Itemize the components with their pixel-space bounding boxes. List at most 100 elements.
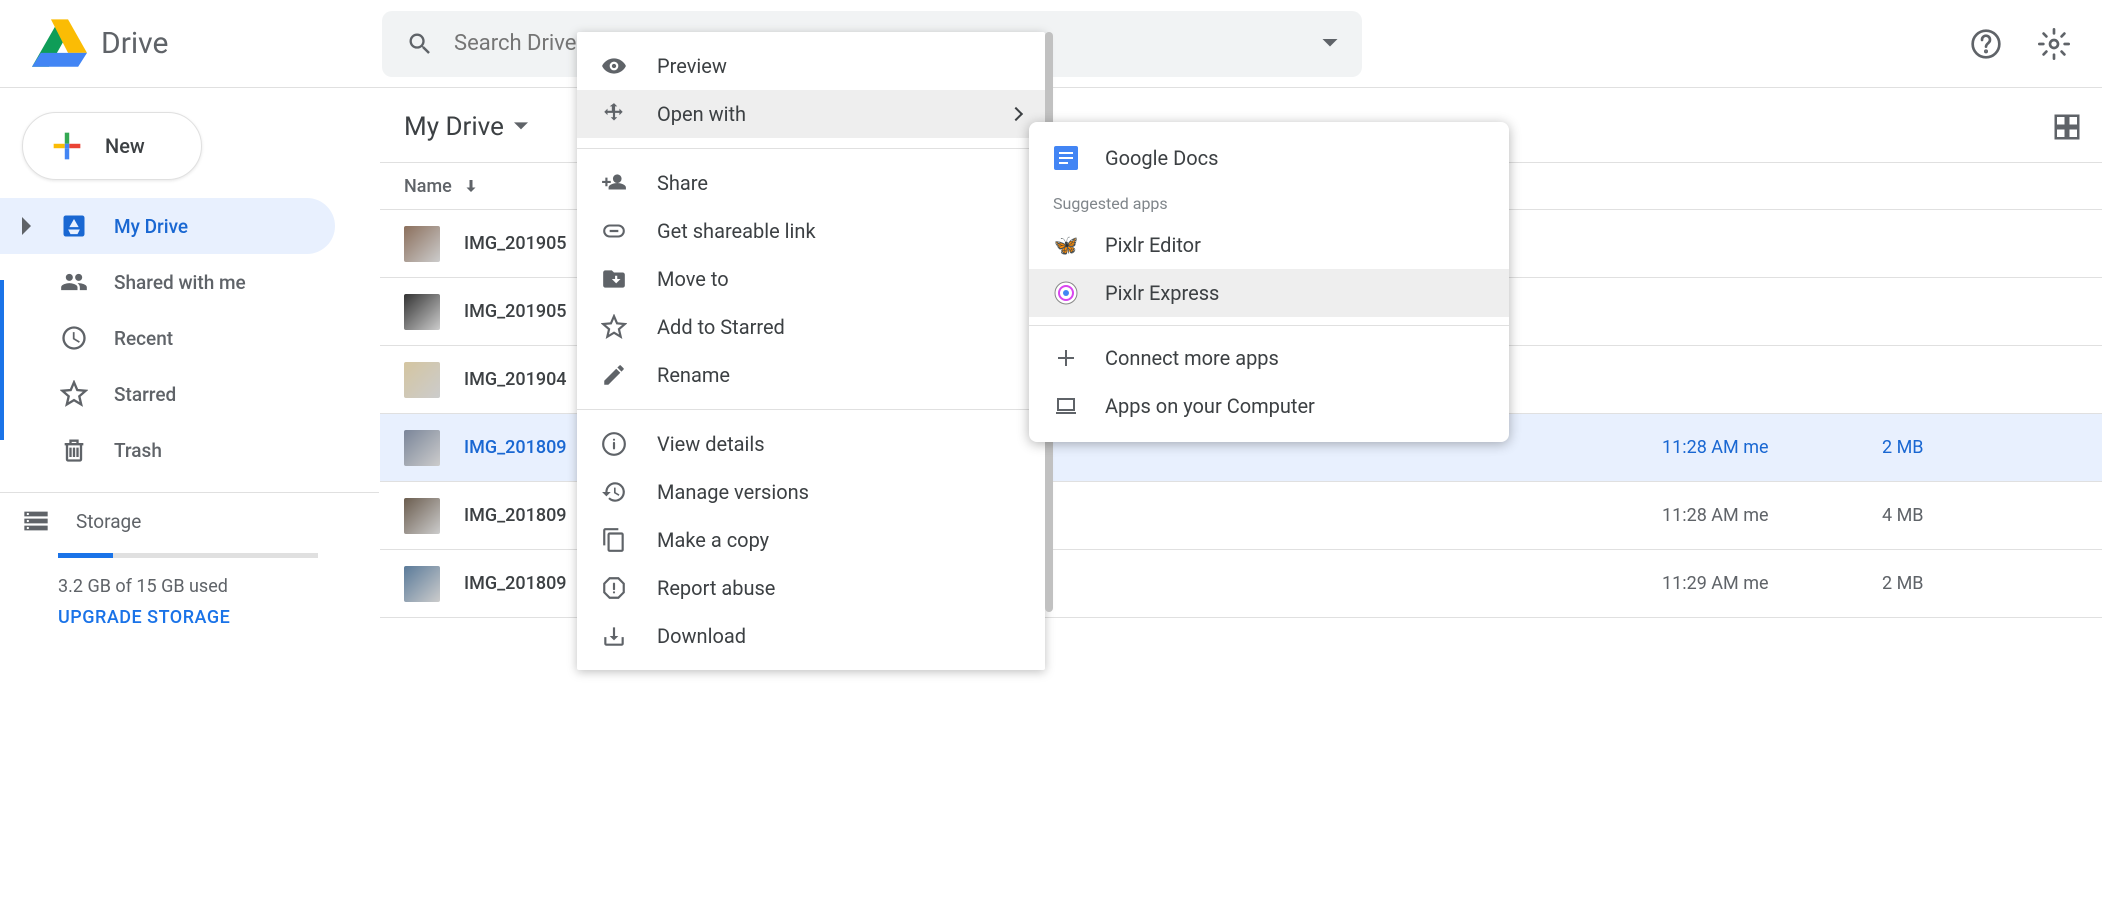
search-options-dropdown-icon[interactable] <box>1322 39 1338 49</box>
file-thumbnail <box>404 430 440 466</box>
expand-chevron-icon[interactable] <box>22 217 34 235</box>
submenu-item-connect-apps[interactable]: Connect more apps <box>1029 334 1509 382</box>
menu-item-share[interactable]: Share <box>577 159 1045 207</box>
nav-label: My Drive <box>114 215 188 238</box>
drive-icon <box>60 212 88 240</box>
menu-item-label: Move to <box>657 267 729 291</box>
submenu-item-google-docs[interactable]: Google Docs <box>1029 134 1509 182</box>
menu-item-get-shareable-link[interactable]: Get shareable link <box>577 207 1045 255</box>
storage-section: Storage 3.2 GB of 15 GB used UPGRADE STO… <box>0 507 379 628</box>
sidebar-item-trash[interactable]: Trash <box>0 422 335 478</box>
sidebar-item-shared[interactable]: Shared with me <box>0 254 335 310</box>
person-add-icon <box>601 170 627 196</box>
submenu-item-pixlr-editor[interactable]: 🦋 Pixlr Editor <box>1029 221 1509 269</box>
drive-logo-icon <box>32 19 87 69</box>
plus-icon <box>1053 345 1079 371</box>
search-icon <box>406 30 434 58</box>
nav-label: Shared with me <box>114 271 246 294</box>
sort-arrow-down-icon <box>462 177 480 195</box>
menu-item-label: Rename <box>657 363 730 387</box>
menu-item-label: Make a copy <box>657 528 769 552</box>
file-thumbnail <box>404 362 440 398</box>
menu-item-view-details[interactable]: View details <box>577 420 1045 468</box>
file-size: 2 MB <box>1882 573 2102 594</box>
move-arrows-icon <box>601 101 627 127</box>
file-size: 2 MB <box>1882 437 2102 458</box>
file-modified: 11:28 AM me <box>1662 437 1882 458</box>
breadcrumb-current[interactable]: My Drive <box>392 106 540 148</box>
file-thumbnail <box>404 294 440 330</box>
clock-icon <box>60 324 88 352</box>
file-thumbnail <box>404 226 440 262</box>
file-modified: 11:28 AM me <box>1662 505 1882 526</box>
submenu-item-pixlr-express[interactable]: Pixlr Express <box>1029 269 1509 317</box>
menu-divider <box>577 409 1045 410</box>
menu-item-label: Open with <box>657 102 746 126</box>
menu-item-preview[interactable]: Preview <box>577 42 1045 90</box>
storage-used-text: 3.2 GB of 15 GB used <box>58 576 351 597</box>
download-icon <box>601 623 627 649</box>
context-menu: Preview Open with Share Get shareable link M… <box>577 32 1045 670</box>
upgrade-storage-link[interactable]: UPGRADE STORAGE <box>58 607 351 628</box>
sidebar-scroll-indicator <box>0 280 4 440</box>
sidebar-item-starred[interactable]: Starred <box>0 366 335 422</box>
link-icon <box>601 218 627 244</box>
app-title: Drive <box>101 26 168 61</box>
report-icon <box>601 575 627 601</box>
menu-item-label: Add to Starred <box>657 315 785 339</box>
menu-item-label: Preview <box>657 54 727 78</box>
logo-area[interactable]: Drive <box>32 19 382 69</box>
menu-item-label: Download <box>657 624 746 648</box>
menu-item-rename[interactable]: Rename <box>577 351 1045 399</box>
new-button[interactable]: New <box>22 112 202 180</box>
trash-icon <box>60 436 88 464</box>
storage-progress-bar <box>58 553 318 558</box>
submenu-suggested-header: Suggested apps <box>1029 182 1509 221</box>
star-icon <box>60 380 88 408</box>
nav-label: Starred <box>114 383 176 406</box>
menu-item-add-to-starred[interactable]: Add to Starred <box>577 303 1045 351</box>
menu-item-label: Report abuse <box>657 576 775 600</box>
file-modified: 11:29 AM me <box>1662 573 1882 594</box>
menu-item-move-to[interactable]: Move to <box>577 255 1045 303</box>
nav-label: Recent <box>114 327 173 350</box>
folder-move-icon <box>601 266 627 292</box>
menu-item-open-with[interactable]: Open with <box>577 90 1045 138</box>
menu-item-manage-versions[interactable]: Manage versions <box>577 468 1045 516</box>
history-icon <box>601 479 627 505</box>
pencil-icon <box>601 362 627 388</box>
open-with-submenu: Google Docs Suggested apps 🦋 Pixlr Edito… <box>1029 122 1509 442</box>
nav-label: Trash <box>114 439 162 462</box>
butterfly-icon: 🦋 <box>1053 232 1079 258</box>
new-button-label: New <box>105 134 145 158</box>
sidebar: New My Drive Shared with me Recent Starr… <box>0 88 380 914</box>
copy-icon <box>601 527 627 553</box>
grid-view-icon[interactable] <box>2052 112 2082 142</box>
menu-item-label: Share <box>657 171 708 195</box>
file-thumbnail <box>404 566 440 602</box>
google-docs-icon <box>1053 145 1079 171</box>
sidebar-item-my-drive[interactable]: My Drive <box>0 198 335 254</box>
storage-icon <box>22 507 50 535</box>
storage-label-row[interactable]: Storage <box>22 507 351 535</box>
sidebar-item-recent[interactable]: Recent <box>0 310 335 366</box>
shared-icon <box>60 268 88 296</box>
menu-item-label: Get shareable link <box>657 219 816 243</box>
menu-item-make-a-copy[interactable]: Make a copy <box>577 516 1045 564</box>
help-icon[interactable] <box>1970 28 2002 60</box>
info-icon <box>601 431 627 457</box>
submenu-divider <box>1029 325 1509 326</box>
menu-item-report-abuse[interactable]: Report abuse <box>577 564 1045 612</box>
menu-item-label: View details <box>657 432 765 456</box>
breadcrumb-dropdown-icon <box>514 122 528 132</box>
eye-icon <box>601 53 627 79</box>
laptop-icon <box>1053 393 1079 419</box>
star-icon <box>601 314 627 340</box>
menu-item-label: Manage versions <box>657 480 809 504</box>
header-actions <box>1910 28 2070 60</box>
settings-gear-icon[interactable] <box>2038 28 2070 60</box>
plus-icon <box>47 126 87 166</box>
file-thumbnail <box>404 498 440 534</box>
menu-item-download[interactable]: Download <box>577 612 1045 660</box>
submenu-item-apps-computer[interactable]: Apps on your Computer <box>1029 382 1509 430</box>
